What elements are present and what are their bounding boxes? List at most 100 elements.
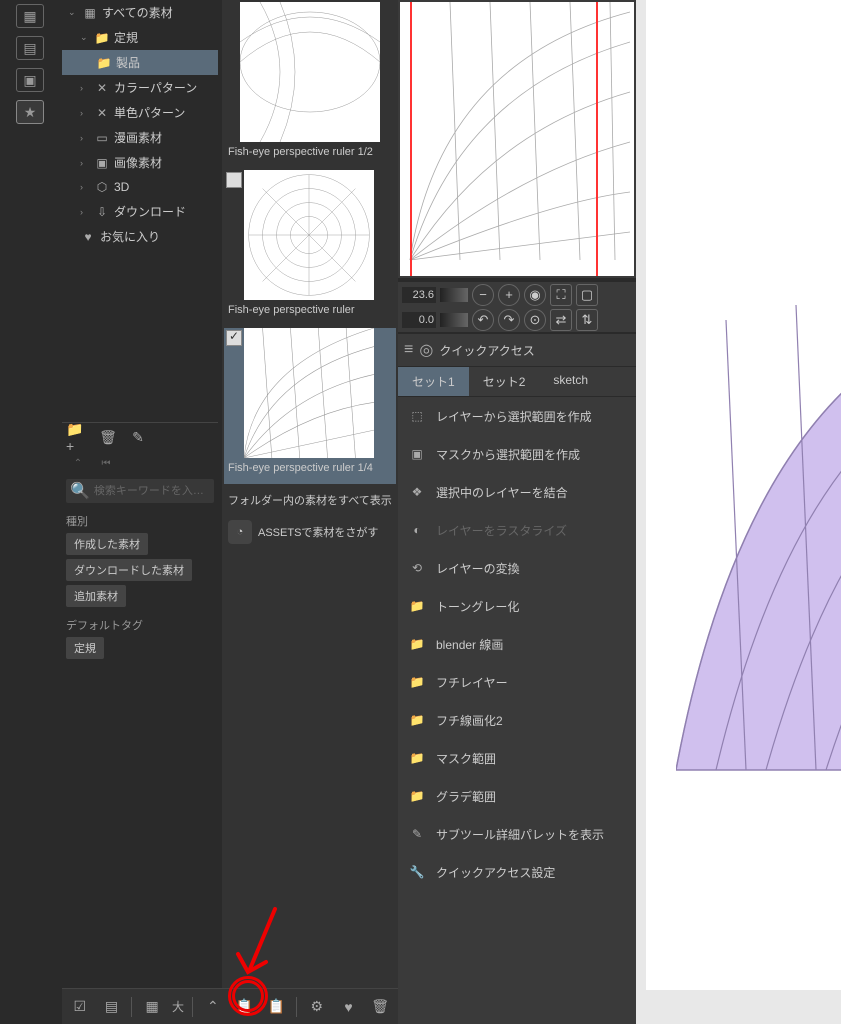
material-item-selected[interactable]: Fish-eye perspective ruler 1/4: [224, 328, 396, 484]
heart-icon: ♥: [80, 229, 96, 245]
menu-icon[interactable]: ≡: [404, 341, 413, 359]
collapse-icon[interactable]: ⌃: [66, 453, 90, 473]
qa-item-edge-line2[interactable]: 📁フチ線画化2: [398, 701, 636, 739]
tree-item-image[interactable]: › ▣ 画像素材: [62, 150, 218, 175]
list-view-button[interactable]: ▤: [100, 995, 124, 1019]
folder-icon: 📁: [408, 749, 426, 767]
quick-access-title: クイックアクセス: [439, 342, 534, 359]
qa-item-settings[interactable]: 🔧クイックアクセス設定: [398, 853, 636, 891]
folder-icon: 📁: [408, 635, 426, 653]
material-tree-panel: ⌄ ▦ すべての素材 ⌄ 📁 定規 📁 製品 › ✕ カラーパターン › ✕ 単…: [62, 0, 218, 420]
qa-item-mask-range[interactable]: 📁マスク範囲: [398, 739, 636, 777]
rotate-left-button[interactable]: ↶: [472, 309, 494, 331]
material-bottom-bar: ☑ ▤ ▦ 大 ⌃ 📋 📋 ⚙ ♥ 🗑: [62, 988, 398, 1024]
folder-icon: 📁: [96, 55, 112, 71]
qa-item-tone-gray[interactable]: 📁トーングレー化: [398, 587, 636, 625]
flip-v-button[interactable]: ⇅: [576, 309, 598, 331]
zoom-value[interactable]: 23.6: [402, 287, 436, 303]
tag-added[interactable]: 追加素材: [66, 585, 126, 607]
qa-item-selection-from-mask[interactable]: ▣マスクから選択範囲を作成: [398, 435, 636, 473]
type-tags: 作成した素材 ダウンロードした素材 追加素材: [62, 533, 218, 611]
chevron-right-icon: ›: [80, 207, 90, 217]
tree-root-label: すべての素材: [102, 4, 173, 21]
delete-folder-button[interactable]: 🗑: [96, 427, 120, 447]
qa-item-blender[interactable]: 📁blender 線画: [398, 625, 636, 663]
qa-item-merge-layers[interactable]: ❖選択中のレイヤーを結合: [398, 473, 636, 511]
assets-search-link[interactable]: ◔ ASSETSで素材をさがす: [222, 514, 398, 550]
favorite-button[interactable]: ♥: [337, 995, 361, 1019]
selection-icon: ⬚: [408, 407, 426, 425]
qa-item-subtool-detail[interactable]: ✎サブツール詳細パレットを表示: [398, 815, 636, 853]
paste-material-button[interactable]: 📋: [233, 995, 257, 1019]
quick-access-header: ≡ ◎ クイックアクセス: [398, 334, 636, 367]
navigator-preview[interactable]: [398, 0, 636, 278]
qa-item-edge-layer[interactable]: 📁フチレイヤー: [398, 663, 636, 701]
material-label: Fish-eye perspective ruler 1/2: [224, 142, 396, 168]
zoom-in-button[interactable]: +: [498, 284, 520, 306]
left-rail: ▦ ▤ ▣ ★: [0, 0, 60, 1024]
settings-button[interactable]: ⚙: [305, 995, 329, 1019]
tag-created[interactable]: 作成した素材: [66, 533, 148, 555]
rail-star-icon[interactable]: ★: [16, 100, 44, 124]
tree-item-ruler[interactable]: ⌄ 📁 定規: [62, 25, 218, 50]
manga-icon: ▭: [94, 130, 110, 146]
tree-item-label: お気に入り: [100, 228, 160, 245]
qa-item-selection-from-layer[interactable]: ⬚レイヤーから選択範囲を作成: [398, 397, 636, 435]
zoom-slider[interactable]: [440, 288, 468, 302]
tree-root[interactable]: ⌄ ▦ すべての素材: [62, 0, 218, 25]
tree-item-download[interactable]: › ⇩ ダウンロード: [62, 199, 218, 224]
tree-item-label: 3D: [114, 180, 129, 194]
tag-downloaded[interactable]: ダウンロードした素材: [66, 559, 192, 581]
qa-item-gradient-range[interactable]: 📁グラデ範囲: [398, 777, 636, 815]
tree-item-mono-pattern[interactable]: › ✕ 単色パターン: [62, 100, 218, 125]
rail-grid-icon[interactable]: ▦: [16, 4, 44, 28]
divider: [296, 997, 297, 1017]
collapse-up-button[interactable]: ⌃: [201, 995, 225, 1019]
rotate-value[interactable]: 0.0: [402, 312, 436, 328]
tree-item-manga[interactable]: › ▭ 漫画素材: [62, 125, 218, 150]
tree-item-favorite[interactable]: ♥ お気に入り: [62, 224, 218, 249]
actual-size-button[interactable]: ▢: [576, 284, 598, 306]
tree-item-color-pattern[interactable]: › ✕ カラーパターン: [62, 75, 218, 100]
qa-item-rasterize[interactable]: ◐レイヤーをラスタライズ: [398, 511, 636, 549]
zoom-out-button[interactable]: −: [472, 284, 494, 306]
search-input[interactable]: [94, 485, 214, 497]
show-all-materials-link[interactable]: フォルダー内の素材をすべて表示: [222, 486, 398, 514]
rail-page-icon[interactable]: ▣: [16, 68, 44, 92]
fit-screen-button[interactable]: ⛶: [550, 284, 572, 306]
rotate-right-button[interactable]: ↷: [498, 309, 520, 331]
tree-item-3d[interactable]: › ⬡ 3D: [62, 175, 218, 199]
reset-rotate-button[interactable]: ⊙: [524, 309, 546, 331]
seek-icon[interactable]: ⏮: [94, 453, 118, 473]
grid-view-button[interactable]: ▦: [140, 995, 164, 1019]
edit-folder-button[interactable]: ✎: [126, 427, 150, 447]
flip-h-button[interactable]: ⇄: [550, 309, 572, 331]
new-folder-button[interactable]: 📁+: [66, 427, 90, 447]
check-button[interactable]: ☑: [68, 995, 92, 1019]
material-item[interactable]: Fish-eye perspective ruler: [224, 170, 396, 326]
quick-access-tabs: セット1 セット2 sketch: [398, 367, 636, 397]
folder-icon: 📁: [408, 711, 426, 729]
tree-item-product[interactable]: 📁 製品: [62, 50, 218, 75]
rotate-slider[interactable]: [440, 313, 468, 327]
tree-item-label: 画像素材: [114, 154, 162, 171]
folder-icon: 📁: [94, 30, 110, 46]
qa-item-convert-layer[interactable]: ⟲レイヤーの変換: [398, 549, 636, 587]
material-checkbox[interactable]: [226, 172, 242, 188]
fit-button[interactable]: ◉: [524, 284, 546, 306]
cube-icon: ⬡: [94, 179, 110, 195]
wrench-icon: 🔧: [408, 863, 426, 881]
qa-tab-set2[interactable]: セット2: [469, 367, 540, 396]
rail-film-icon[interactable]: ▤: [16, 36, 44, 60]
trash-button[interactable]: 🗑: [368, 995, 392, 1019]
material-item[interactable]: Fish-eye perspective ruler 1/2: [224, 2, 396, 168]
qa-tab-set1[interactable]: セット1: [398, 367, 469, 396]
material-checkbox[interactable]: [226, 330, 242, 346]
tag-ruler[interactable]: 定規: [66, 637, 104, 659]
filter-default-label: デフォルトタグ: [62, 611, 218, 637]
qa-tab-sketch[interactable]: sketch: [539, 367, 602, 396]
default-tags: 定規: [62, 637, 218, 663]
layers-icon: ❖: [408, 483, 426, 501]
pen-icon: ✎: [408, 825, 426, 843]
canvas[interactable]: [646, 0, 841, 990]
